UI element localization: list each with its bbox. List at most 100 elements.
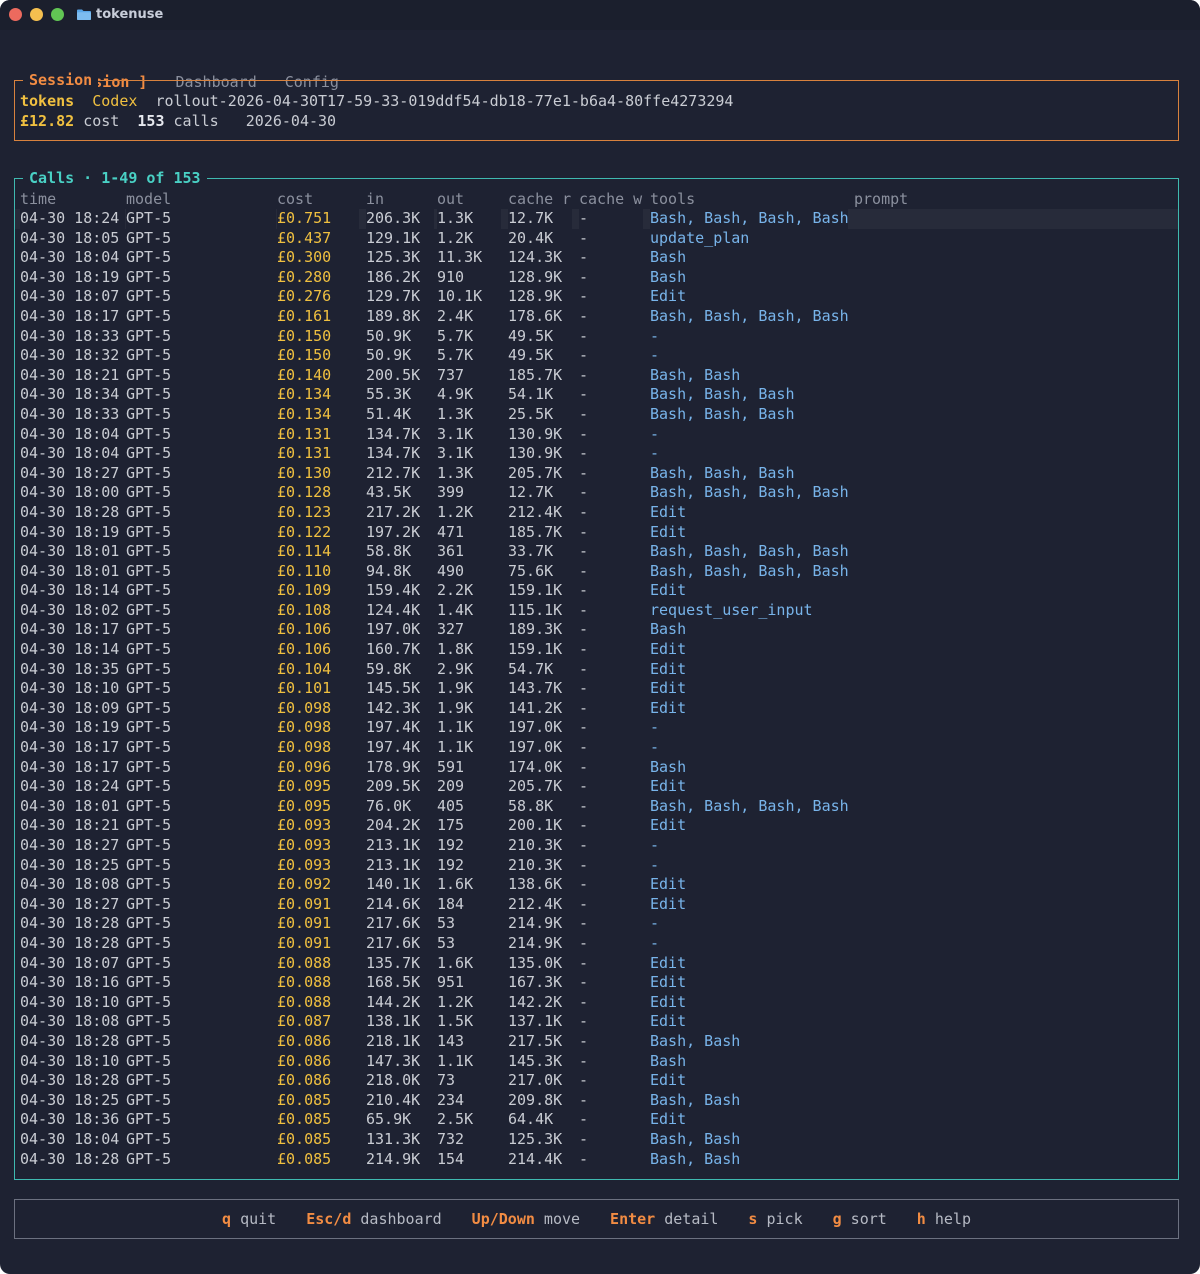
column-header-cache-write[interactable]: cache w — [579, 189, 643, 209]
table-row[interactable]: 04-30 18:04 GPT-5 £0.131 134.7K 3.1K 130.9K - - — [15, 425, 1178, 445]
call-cache-write: - — [579, 875, 589, 894]
table-row[interactable]: 04-30 18:28 GPT-5 £0.091 217.6K 53 214.9K - - — [15, 934, 1178, 954]
column-header-out[interactable]: out — [437, 189, 501, 209]
table-row[interactable]: 04-30 18:17 GPT-5 £0.098 197.4K 1.1K 197.0K - - — [15, 738, 1178, 758]
table-row[interactable]: 04-30 18:19 GPT-5 £0.098 197.4K 1.1K 197.0K - - — [15, 718, 1178, 738]
call-tokens-out: 53 — [437, 933, 456, 952]
call-cost: £0.091 — [277, 933, 332, 952]
call-tools: - — [650, 855, 660, 874]
keybinding-pick[interactable]: s pick — [748, 1210, 832, 1228]
table-row[interactable]: 04-30 18:14 GPT-5 £0.109 159.4K 2.2K 159.1K - E… — [15, 581, 1178, 601]
table-row[interactable]: 04-30 18:35 GPT-5 £0.104 59.8K 2.9K 54.7K - Edi… — [15, 660, 1178, 680]
table-row[interactable]: 04-30 18:28 GPT-5 £0.123 217.2K 1.2K 212.4K - E… — [15, 503, 1178, 523]
table-row[interactable]: 04-30 18:34 GPT-5 £0.134 55.3K 4.9K 54.1K - Bas… — [15, 385, 1178, 405]
keybinding-detail[interactable]: Enter detail — [610, 1210, 748, 1228]
keybinding-help[interactable]: h help — [917, 1210, 971, 1228]
table-row[interactable]: 04-30 18:17 GPT-5 £0.106 197.0K 327 189.3K - Ba… — [15, 620, 1178, 640]
table-row[interactable]: 04-30 18:10 GPT-5 £0.101 145.5K 1.9K 143.7K - E… — [15, 679, 1178, 699]
call-tools: - — [650, 326, 660, 345]
table-row[interactable]: 04-30 18:25 GPT-5 £0.093 213.1K 192 210.3K - - — [15, 856, 1178, 876]
column-header-tools[interactable]: tools — [650, 189, 848, 209]
table-row[interactable]: 04-30 18:32 GPT-5 £0.150 50.9K 5.7K 49.5K - - — [15, 346, 1178, 366]
table-row[interactable]: 04-30 18:17 GPT-5 £0.161 189.8K 2.4K 178.6K - B… — [15, 307, 1178, 327]
call-tokens-in: 131.3K — [366, 1129, 421, 1148]
table-row[interactable]: 04-30 18:27 GPT-5 £0.130 212.7K 1.3K 205.7K - B… — [15, 464, 1178, 484]
table-row[interactable]: 04-30 18:05 GPT-5 £0.437 129.1K 1.2K 20.4K - up… — [15, 229, 1178, 249]
column-header-time[interactable]: time — [20, 189, 125, 209]
call-tools: Edit — [650, 581, 687, 600]
table-row[interactable]: 04-30 18:00 GPT-5 £0.128 43.5K 399 12.7K - Bash… — [15, 483, 1178, 503]
call-model: GPT-5 — [126, 1090, 172, 1109]
table-row[interactable]: 04-30 18:28 GPT-5 £0.086 218.0K 73 217.0K - Edi… — [15, 1071, 1178, 1091]
window-title: tokenuse — [96, 7, 164, 22]
table-row[interactable]: 04-30 18:07 GPT-5 £0.276 129.7K 10.1K 128.9K -… — [15, 287, 1178, 307]
table-row[interactable]: 04-30 18:04 GPT-5 £0.131 134.7K 3.1K 130.9K - - — [15, 444, 1178, 464]
close-window-button[interactable] — [9, 8, 22, 21]
column-header-model[interactable]: model — [126, 189, 276, 209]
call-cache-read: 75.6K — [508, 561, 554, 580]
call-cache-read: 125.3K — [508, 1129, 563, 1148]
table-row[interactable]: 04-30 18:28 GPT-5 £0.091 217.6K 53 214.9K - - — [15, 914, 1178, 934]
call-cost: £0.130 — [277, 463, 332, 482]
table-row[interactable]: 04-30 18:01 GPT-5 £0.095 76.0K 405 58.8K - Bash… — [15, 797, 1178, 817]
keybindings-line: q quit Esc/d dashboard Up/Down move Enter d… — [15, 1209, 1178, 1229]
call-model: GPT-5 — [126, 875, 172, 894]
table-row[interactable]: 04-30 18:33 GPT-5 £0.150 50.9K 5.7K 49.5K - - — [15, 327, 1178, 347]
call-tools: Edit — [650, 875, 687, 894]
call-model: GPT-5 — [126, 973, 172, 992]
table-row[interactable]: 04-30 18:10 GPT-5 £0.086 147.3K 1.1K 145.3K - B… — [15, 1052, 1178, 1072]
call-tokens-in: 217.6K — [366, 914, 421, 933]
table-row[interactable]: 04-30 18:08 GPT-5 £0.092 140.1K 1.6K 138.6K - E… — [15, 875, 1178, 895]
call-model: GPT-5 — [126, 346, 172, 365]
table-row[interactable]: 04-30 18:17 GPT-5 £0.096 178.9K 591 174.0K - Ba… — [15, 758, 1178, 778]
call-tokens-out: 1.6K — [437, 875, 474, 894]
table-row[interactable]: 04-30 18:10 GPT-5 £0.088 144.2K 1.2K 142.2K - E… — [15, 993, 1178, 1013]
keybinding-dashboard[interactable]: Esc/d dashboard — [306, 1210, 471, 1228]
call-cost: £0.134 — [277, 385, 332, 404]
call-tools: - — [650, 424, 660, 443]
table-row[interactable]: 04-30 18:24 GPT-5 £0.751 206.3K 1.3K 12.7K - Ba… — [15, 209, 1178, 229]
table-row[interactable]: 04-30 18:04 GPT-5 £0.085 131.3K 732 125.3K - Ba… — [15, 1130, 1178, 1150]
call-time: 04-30 18:25 — [20, 1090, 120, 1109]
table-row[interactable]: 04-30 18:25 GPT-5 £0.085 210.4K 234 209.8K - Ba… — [15, 1091, 1178, 1111]
table-row[interactable]: 04-30 18:01 GPT-5 £0.110 94.8K 490 75.6K - Bash… — [15, 562, 1178, 582]
column-header-cost[interactable]: cost — [277, 189, 359, 209]
column-header-cache-read[interactable]: cache r — [508, 189, 572, 209]
table-row[interactable]: 04-30 18:27 GPT-5 £0.093 213.1K 192 210.3K - - — [15, 836, 1178, 856]
table-row[interactable]: 04-30 18:21 GPT-5 £0.140 200.5K 737 185.7K - Ba… — [15, 366, 1178, 386]
call-tools: Bash, Bash, Bash, Bash — [650, 306, 848, 325]
table-row[interactable]: 04-30 18:02 GPT-5 £0.108 124.4K 1.4K 115.1K - r… — [15, 601, 1178, 621]
call-cost: £0.108 — [277, 600, 332, 619]
table-row[interactable]: 04-30 18:24 GPT-5 £0.095 209.5K 209 205.7K - Ed… — [15, 777, 1178, 797]
call-tokens-in: 217.6K — [366, 933, 421, 952]
table-row[interactable]: 04-30 18:28 GPT-5 £0.085 214.9K 154 214.4K - Ba… — [15, 1150, 1178, 1170]
table-row[interactable]: 04-30 18:19 GPT-5 £0.280 186.2K 910 128.9K - Ba… — [15, 268, 1178, 288]
call-time: 04-30 18:19 — [20, 718, 120, 737]
keybinding-quit[interactable]: q quit — [222, 1210, 306, 1228]
keybinding-move[interactable]: Up/Down move — [472, 1210, 610, 1228]
keybinding-sort[interactable]: g sort — [833, 1210, 917, 1228]
table-row[interactable]: 04-30 18:19 GPT-5 £0.122 197.2K 471 185.7K - Ed… — [15, 523, 1178, 543]
call-tokens-out: 1.2K — [437, 992, 474, 1011]
table-row[interactable]: 04-30 18:01 GPT-5 £0.114 58.8K 361 33.7K - Bash… — [15, 542, 1178, 562]
call-tokens-in: 76.0K — [366, 796, 412, 815]
table-row[interactable]: 04-30 18:27 GPT-5 £0.091 214.6K 184 212.4K - Ed… — [15, 895, 1178, 915]
table-row[interactable]: 04-30 18:09 GPT-5 £0.098 142.3K 1.9K 141.2K - E… — [15, 699, 1178, 719]
zoom-window-button[interactable] — [51, 8, 64, 21]
table-row[interactable]: 04-30 18:08 GPT-5 £0.087 138.1K 1.5K 137.1K - E… — [15, 1012, 1178, 1032]
table-row[interactable]: 04-30 18:28 GPT-5 £0.086 218.1K 143 217.5K - Ba… — [15, 1032, 1178, 1052]
table-row[interactable]: 04-30 18:16 GPT-5 £0.088 168.5K 951 167.3K - Ed… — [15, 973, 1178, 993]
table-row[interactable]: 04-30 18:36 GPT-5 £0.085 65.9K 2.5K 64.4K - Edi… — [15, 1110, 1178, 1130]
call-cost: £0.161 — [277, 306, 332, 325]
column-header-prompt[interactable]: prompt — [854, 189, 1174, 209]
rollout-id: rollout-2026-04-30T17-59-33-019ddf54-db1… — [155, 92, 734, 110]
table-row[interactable]: 04-30 18:14 GPT-5 £0.106 160.7K 1.8K 159.1K - E… — [15, 640, 1178, 660]
table-row[interactable]: 04-30 18:07 GPT-5 £0.088 135.7K 1.6K 135.0K - E… — [15, 954, 1178, 974]
table-row[interactable]: 04-30 18:21 GPT-5 £0.093 204.2K 175 200.1K - Ed… — [15, 816, 1178, 836]
table-row[interactable]: 04-30 18:04 GPT-5 £0.300 125.3K 11.3K 124.3K -… — [15, 248, 1178, 268]
call-cache-read: 54.1K — [508, 385, 554, 404]
call-cache-write: - — [579, 404, 589, 423]
minimize-window-button[interactable] — [30, 8, 43, 21]
column-header-in[interactable]: in — [366, 189, 434, 209]
table-row[interactable]: 04-30 18:33 GPT-5 £0.134 51.4K 1.3K 25.5K - Bas… — [15, 405, 1178, 425]
